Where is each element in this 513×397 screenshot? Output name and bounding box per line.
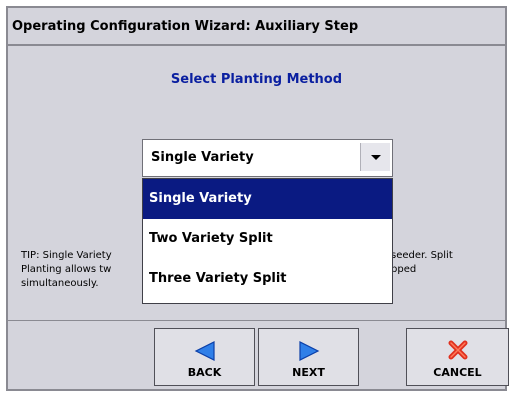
planting-method-dropdown-list: Single Variety Two Variety Split Three V… [142, 178, 393, 304]
dropdown-toggle-button[interactable] [360, 143, 390, 171]
next-button-label: NEXT [292, 366, 325, 379]
tip-line-1: TIP: Single Variety [21, 250, 112, 261]
window-title: Operating Configuration Wizard: Auxiliar… [12, 18, 359, 34]
back-button-label: BACK [187, 366, 222, 379]
title-bar: Operating Configuration Wizard: Auxiliar… [8, 8, 505, 46]
next-button[interactable]: NEXT [258, 328, 359, 386]
tip-line-1-tail: seeder. Split [391, 250, 453, 261]
arrow-left-icon [194, 341, 215, 361]
arrow-right-icon [298, 341, 319, 361]
wizard-window: Operating Configuration Wizard: Auxiliar… [6, 6, 509, 391]
select-current-value: Single Variety [151, 150, 254, 165]
planting-method-select[interactable]: Single Variety [142, 139, 393, 177]
back-button[interactable]: BACK [154, 328, 255, 386]
section-heading: Select Planting Method [170, 72, 343, 87]
cancel-button[interactable]: CANCEL [406, 328, 509, 386]
dropdown-option-three-variety-split[interactable]: Three Variety Split [143, 259, 392, 299]
button-bar-divider [8, 320, 505, 321]
dropdown-option-two-variety-split[interactable]: Two Variety Split [143, 219, 392, 259]
chevron-down-icon [371, 155, 381, 160]
tip-line-2: Planting allows tw [21, 264, 112, 275]
tip-line-2-tail: pped [391, 264, 417, 275]
tip-line-3: simultaneously. [21, 278, 99, 289]
close-icon [448, 340, 467, 360]
cancel-button-label: CANCEL [433, 366, 482, 379]
dropdown-option-single-variety[interactable]: Single Variety [143, 179, 392, 219]
